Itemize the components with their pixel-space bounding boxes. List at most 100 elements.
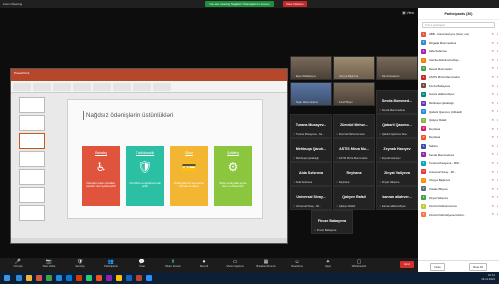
tile-name: Zinyat Valiyeva xyxy=(384,171,410,175)
tile-name: Universal Sivay... xyxy=(296,195,326,199)
participant-row[interactable]: S Sevda Məmmədova ✕ ▪ xyxy=(418,150,499,159)
participant-row[interactable]: V Vüsalə Əliyeva ✕ ▪ xyxy=(418,185,499,194)
avatar: A xyxy=(421,31,426,37)
tile-caption: ✕ Fərid Əliyev xyxy=(336,101,374,104)
participant-name: Zümrüd Mehrəliyeva-Gözlər... xyxy=(429,212,466,217)
participant-video-tile[interactable]: Reyhana ✕ Reyhana xyxy=(333,162,375,186)
video-off-icon: ▪ xyxy=(496,143,498,148)
taskbar-app-icon[interactable] xyxy=(26,275,32,281)
participant-video-tile[interactable]: Zümrüd Mehər... ✕ Zümrüd Meherremova xyxy=(333,114,375,138)
taskbar-app-icon[interactable] xyxy=(86,275,92,281)
participant-row[interactable]: Q Qaliyev Rafail ✕ ▪ xyxy=(418,116,499,125)
share-screen-button[interactable]: ⬆ Share Screen xyxy=(161,259,185,271)
participant-name: Reyhana xyxy=(429,126,441,131)
participant-row[interactable]: C Camilə Abdulmurtuzbəy... ✕ ▪ xyxy=(418,56,499,65)
participant-video-tile[interactable]: Mehbuqa Qarəh... ✕ Mehbuqa Qarabagli xyxy=(290,138,332,162)
participant-row[interactable]: M Mehbuqa Qarabaglı ✕ ▪ xyxy=(418,99,499,108)
participant-video-tile[interactable]: kanran allahver... ✕ kanran allahverdiyev xyxy=(376,186,418,210)
video-off-icon: ▪ xyxy=(496,109,498,114)
tile-caption-text: Universal Sivay - Mİ... xyxy=(295,205,322,208)
participants-button[interactable]: 👥 Participants xyxy=(99,259,123,271)
slide-thumbnail[interactable] xyxy=(19,97,45,113)
participant-row[interactable]: S Səbinə ✕ ▪ xyxy=(418,142,499,151)
participant-video-tile[interactable]: Universal Sivay... ✕ Universal Sivay - Mİ… xyxy=(290,186,332,210)
participant-video-tile[interactable]: ✕ Ramil Hasanov xyxy=(376,56,418,80)
participant-row[interactable]: A ASTIS Mirza Məmmədov ✕ ▪ xyxy=(418,73,499,82)
windows-taskbar: 10:41 16.11.2022 xyxy=(0,272,499,284)
participant-row[interactable]: F Mirgadə Məmmədova ✕ ▪ xyxy=(418,39,499,48)
invite-button[interactable]: Invite xyxy=(430,262,445,271)
participants-header: Participants (30) xyxy=(418,8,499,20)
security-button[interactable]: 🛡 Security xyxy=(68,259,92,271)
reactions-button[interactable]: ☺ Reactions xyxy=(285,259,309,271)
show-captions-button[interactable]: ▭ Show Captions xyxy=(223,259,247,271)
participant-name: ASTIS Mirza Məmmədov xyxy=(429,75,461,80)
breakout-rooms-button[interactable]: ▦ Breakout Rooms xyxy=(254,259,278,271)
share-banner: You are viewing Nagdsiz Ödenişlerin's sc… xyxy=(205,1,274,7)
participant-video-tile[interactable]: Turana Musayev... ✕ Turana Musayeva - Nə.… xyxy=(290,114,332,138)
participant-row[interactable]: A ABB - Canal Hacıyev (Host, me) ✕ ▪ xyxy=(418,30,499,39)
card-heading: Şəffaflıq xyxy=(227,151,239,155)
participant-row[interactable]: U Ulviyyə Bağırova ✕ ▪ xyxy=(418,176,499,185)
taskbar-app-icon[interactable] xyxy=(136,275,142,281)
participant-video-tile[interactable]: ✕ Ulviyya Bagirova xyxy=(333,56,375,80)
start-button[interactable] xyxy=(4,275,10,281)
participant-row[interactable]: R Reyhana ✕ ▪ xyxy=(418,133,499,142)
participant-row[interactable]: U Universal Sivay - Mİ... ✕ ▪ xyxy=(418,168,499,177)
end-meeting-button[interactable]: End xyxy=(400,261,414,268)
slide-thumbnail-active[interactable] xyxy=(19,133,45,149)
participant-row[interactable]: T Turana Musayeva - Milli... ✕ ▪ xyxy=(418,159,499,168)
view-options-label: View Options xyxy=(286,2,304,6)
taskbar-app-icon[interactable] xyxy=(56,275,62,281)
taskbar-app-icon[interactable] xyxy=(46,275,52,281)
taskbar-app-icon[interactable] xyxy=(66,275,72,281)
taskbar-app-icon[interactable] xyxy=(146,275,152,281)
slide-thumbnail[interactable] xyxy=(19,205,45,221)
taskbar-app-icon[interactable] xyxy=(76,275,82,281)
slide-thumbnail[interactable] xyxy=(19,169,45,185)
participant-video-tile[interactable]: ✕ Fərid Əliyev xyxy=(333,82,375,106)
participant-video-tile[interactable]: Qabarli Qasımo... ✕ Qabarli Qasimov Aba..… xyxy=(376,114,418,138)
slide-thumbnail[interactable] xyxy=(19,115,45,131)
participant-video-tile[interactable]: Sevda Məmmed... ✕ Sevda Mammadova xyxy=(376,90,418,114)
participant-row[interactable]: F Firuzə Babayeva ✕ ▪ xyxy=(418,82,499,91)
participant-video-tile[interactable]: ASTIS Mirza Mə... ✕ ASTIS Mirza Məmmədov xyxy=(333,138,375,162)
participant-video-tile[interactable]: Qalıyev Rafail ✕ Qaliyev Rafail xyxy=(333,186,375,210)
chat-button[interactable]: 💬 Chat xyxy=(130,259,154,271)
participant-video-tile[interactable]: Aida Səfərova ✕ Aida Seferova xyxy=(290,162,332,186)
mute-all-button[interactable]: Mute All xyxy=(468,262,487,271)
whiteboards-button[interactable]: ▢ Whiteboards xyxy=(347,259,371,271)
ribbon-group xyxy=(13,83,31,91)
participant-row[interactable]: G Gəncə allahverdiyev ✕ ▪ xyxy=(418,90,499,99)
participant-video-tile[interactable]: Zinyat Valiyeva ✕ Zinyat Valiyeva xyxy=(376,162,418,186)
view-options-button[interactable]: View Options xyxy=(283,1,307,7)
slide-thumbnail[interactable] xyxy=(19,151,45,167)
taskbar-clock[interactable]: 10:41 16.11.2022 xyxy=(481,273,495,281)
unmute-button[interactable]: 🎤 Unmute xyxy=(6,259,30,271)
tile-caption-text: Zümrüd Meherremova xyxy=(338,133,365,136)
participant-row[interactable]: R Reyhana ✕ ▪ xyxy=(418,125,499,134)
participant-video-tile[interactable]: ✕ Elşən Balakişiyev xyxy=(290,56,332,80)
taskbar-app-icon[interactable] xyxy=(36,275,42,281)
participant-row[interactable]: D Davud Məmmədov ✕ ▪ xyxy=(418,64,499,73)
taskbar-app-icon[interactable] xyxy=(16,275,22,281)
participant-row[interactable]: Z Zinyat Valiyeva ✕ ▪ xyxy=(418,193,499,202)
participant-row[interactable]: Z Zümrüd Mehrəliyeva-Gözlər... ✕ ▪ xyxy=(418,210,499,219)
start-video-button[interactable]: 📷 Start Video xyxy=(37,259,61,271)
slide-thumbnail[interactable] xyxy=(19,187,45,203)
record-button[interactable]: ⏺ Record xyxy=(192,259,216,271)
view-button[interactable]: ▦ View xyxy=(402,11,414,15)
participant-row[interactable]: Q Qabarlı Qasımov (Abbasli) ✕ ▪ xyxy=(418,107,499,116)
participant-row[interactable]: Z Zümrüd Məhərrəmova ✕ ▪ xyxy=(418,202,499,211)
participant-row[interactable]: A Aida Səfərova ✕ ▪ xyxy=(418,47,499,56)
taskbar-app-icon[interactable] xyxy=(96,275,102,281)
participant-video-tile[interactable]: Zeynab Hacıyev ✕ Zeynab Haciyev xyxy=(376,138,418,162)
taskbar-app-icon[interactable] xyxy=(106,275,112,281)
taskbar-app-icon[interactable] xyxy=(126,275,132,281)
taskbar-app-icon[interactable] xyxy=(116,275,122,281)
participant-search-input[interactable]: Find a participant xyxy=(422,22,495,28)
participant-video-tile[interactable]: ✕ Nigar Mammadova xyxy=(290,82,332,106)
apps-button[interactable]: ✦ Apps xyxy=(316,259,340,271)
avatar: Q xyxy=(421,109,426,115)
participant-video-tile[interactable]: Firuze Babayeva ✕ Firuze Babayeva xyxy=(311,210,353,234)
